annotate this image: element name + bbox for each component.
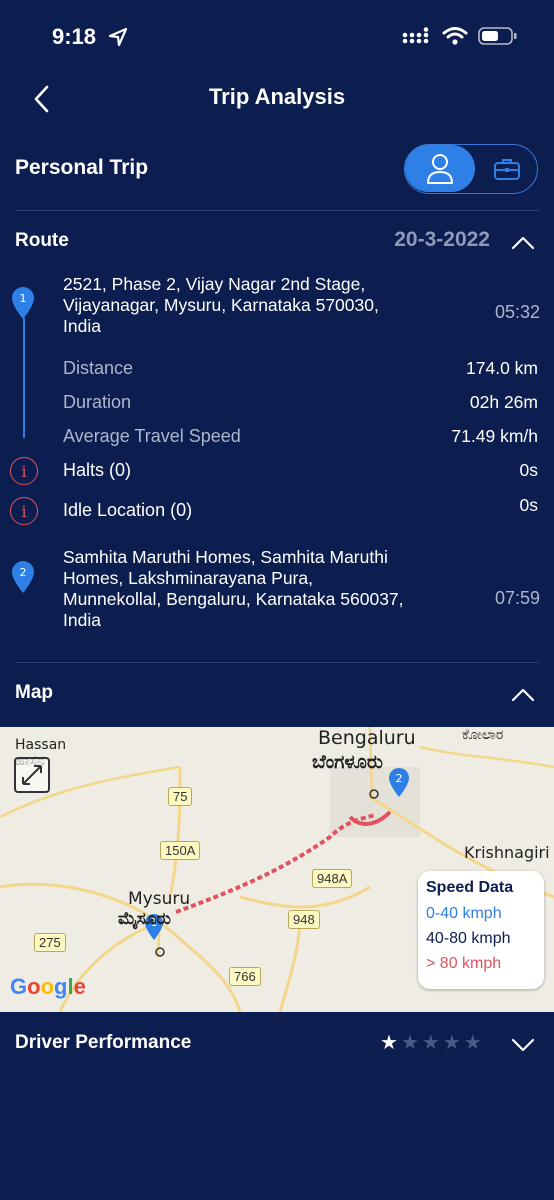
map-label-hassan: Hassan <box>15 737 67 753</box>
divider <box>15 210 539 211</box>
road-shield: 948A <box>312 869 353 888</box>
status-bar: 9:18 <box>0 0 554 72</box>
divider <box>15 662 539 663</box>
trip-map[interactable]: 1 2 Hassan ಹಾಸನ Bengaluru ಬೆಂಗಳೂರು ಕೋಲಾರ… <box>0 727 554 1012</box>
end-address: Samhita Maruthi Homes, Samhita Maruthi H… <box>63 547 404 631</box>
idle-location-value: 0s <box>519 495 538 515</box>
chevron-up-icon[interactable] <box>510 230 536 256</box>
route-title: Route <box>15 230 69 251</box>
driver-performance-title: Driver Performance <box>15 1032 192 1053</box>
address-line: Homes, Lakshminarayana Pura, <box>63 568 313 588</box>
personal-trip-toggle[interactable] <box>405 145 475 192</box>
star-icon: ★ <box>421 1032 440 1054</box>
driver-rating: ★ ★ ★ ★ ★ <box>380 1030 482 1055</box>
status-time: 9:18 <box>52 24 97 49</box>
chevron-down-icon[interactable] <box>510 1032 536 1058</box>
start-address: 2521, Phase 2, Vijay Nagar 2nd Stage, Vi… <box>63 274 379 337</box>
star-icon: ★ <box>442 1032 461 1054</box>
legend-title: Speed Data <box>426 879 514 896</box>
legend-item-medium: 40-80 kmph <box>426 930 511 947</box>
map-section-header[interactable]: Map <box>0 674 554 714</box>
legend-item-fast: > 80 kmph <box>426 955 502 972</box>
person-icon <box>427 153 453 184</box>
star-icon: ★ <box>400 1032 419 1054</box>
address-line: India <box>63 610 101 630</box>
info-icon[interactable]: i <box>10 497 38 525</box>
halts-value: 0s <box>519 460 538 480</box>
location-arrow-icon <box>108 27 128 47</box>
business-trip-toggle[interactable] <box>477 145 537 192</box>
idle-location-row: i Idle Location (0) 0s <box>0 495 554 527</box>
halts-row: i Halts (0) 0s <box>0 457 554 487</box>
map-label-krishnagiri: Krishnagiri <box>464 843 550 862</box>
stat-label: Distance <box>63 358 134 378</box>
star-icon: ★ <box>380 1032 398 1054</box>
stat-label: Average Travel Speed <box>63 426 241 446</box>
end-marker-number: 2 <box>20 566 27 579</box>
halts-label: Halts (0) <box>63 460 132 480</box>
cellular-signal-icon <box>402 27 429 44</box>
stat-value: 174.0 km <box>466 358 538 378</box>
road-shield: 948 <box>288 910 320 929</box>
start-marker-number: 1 <box>20 292 27 305</box>
trip-type-toggle <box>404 144 538 194</box>
road-shield: 150A <box>160 841 201 860</box>
route-section-header[interactable]: Route 20-3-2022 <box>0 222 554 262</box>
distance-row: Distance 174.0 km <box>0 358 554 384</box>
trip-type-row: Personal Trip <box>0 140 554 196</box>
driver-performance-header[interactable]: Driver Performance ★ ★ ★ ★ ★ <box>0 1024 554 1064</box>
battery-icon <box>478 27 517 45</box>
map-label-bengaluru: Bengaluru <box>318 727 416 749</box>
map-label-bengaluru-kn: ಬೆಂಗಳೂರು <box>312 751 383 773</box>
start-time: 05:32 <box>494 302 540 322</box>
trip-type-title: Personal Trip <box>15 156 149 179</box>
stat-label: Duration <box>63 392 132 412</box>
briefcase-icon <box>494 158 520 180</box>
duration-row: Duration 02h 26m <box>0 392 554 418</box>
star-icon: ★ <box>463 1032 482 1054</box>
route-date: 20-3-2022 <box>394 228 490 251</box>
end-time: 07:59 <box>494 588 540 608</box>
road-shield: 75 <box>168 787 193 806</box>
end-marker-pin-icon: 2 <box>12 561 34 593</box>
address-line: Munnekollal, Bengaluru, Karnataka 560037… <box>63 589 404 609</box>
start-marker-pin-icon: 1 <box>12 287 34 319</box>
stat-value: 71.49 km/h <box>451 426 538 446</box>
address-line: Samhita Maruthi Homes, Samhita Maruthi <box>63 547 388 567</box>
map-label-mysuru-kn: ಮೈಸೂರು <box>118 909 171 929</box>
address-line: Vijayanagar, Mysuru, Karnataka 570030, <box>63 295 379 315</box>
map-label-kolar-kn: ಕೋಲಾರ <box>462 727 504 743</box>
wifi-icon <box>442 27 468 45</box>
google-logo: Google <box>10 974 86 999</box>
road-shield: 275 <box>34 933 66 952</box>
info-icon[interactable]: i <box>10 457 38 485</box>
address-line: 2521, Phase 2, Vijay Nagar 2nd Stage, <box>63 274 366 294</box>
page-title: Trip Analysis <box>208 84 346 109</box>
average-speed-row: Average Travel Speed 71.49 km/h <box>0 426 554 452</box>
stat-value: 02h 26m <box>469 392 538 412</box>
address-line: India <box>63 316 101 336</box>
expand-map-icon[interactable] <box>14 757 50 793</box>
header: Trip Analysis <box>0 72 554 124</box>
expand-arrows-icon <box>22 765 42 785</box>
idle-location-label: Idle Location (0) <box>63 500 193 520</box>
road-shield: 766 <box>229 967 261 986</box>
map-marker-2-number: 2 <box>396 772 403 785</box>
chevron-up-icon[interactable] <box>510 682 536 708</box>
legend-item-slow: 0-40 kmph <box>426 905 502 922</box>
map-label-mysuru: Mysuru <box>128 889 191 909</box>
speed-legend: Speed Data 0-40 kmph 40-80 kmph > 80 kmp… <box>418 871 544 989</box>
map-title: Map <box>15 682 53 703</box>
